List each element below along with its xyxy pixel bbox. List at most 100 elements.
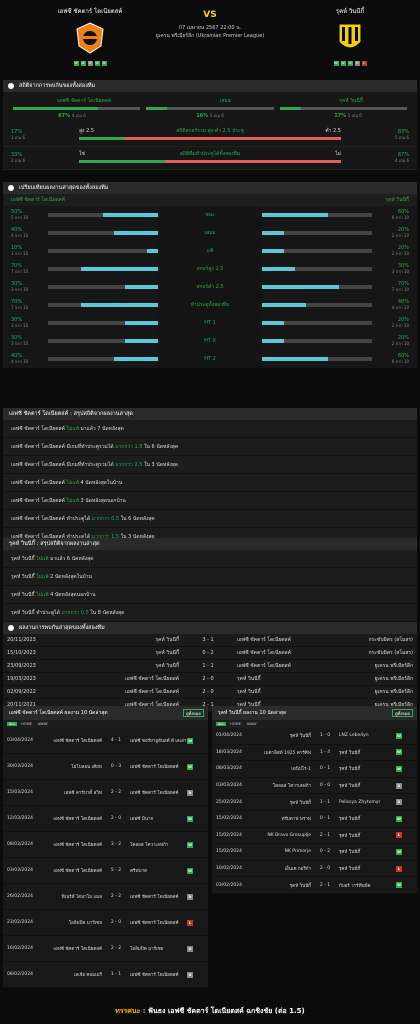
no-label: ไม่: [335, 150, 341, 157]
away-team: รุคห์ วินนีกี้: [339, 817, 361, 823]
tab-home[interactable]: HOME: [19, 722, 34, 726]
home-bar: [48, 213, 158, 217]
section-title: เอฟซี ชัคตาร์ โดเนียตสค์ : สรุปสถิติจากผ…: [9, 411, 133, 417]
result: W: [187, 815, 197, 822]
tab-away[interactable]: AWAY: [36, 722, 50, 726]
score: 4 - 1: [110, 738, 122, 743]
score: 2 - 0: [110, 920, 122, 925]
compare-row: 30% 3 จาก 10 HT X 20% 2 จาก 10: [3, 332, 417, 350]
score: 2 - 1: [319, 832, 331, 838]
score: 0 - 0: [319, 783, 331, 789]
match-date: 12/03/2024: [7, 816, 33, 821]
tab-all[interactable]: ALL: [216, 722, 227, 726]
section-title: สถิติจากการพบกันของทั้งสองทีม: [19, 83, 96, 89]
match-row: 15/02/2024 NK Bravo Grosuplje 2 - 1 รุคห์ ว…: [212, 827, 417, 845]
compare-row: 50% 5 จาก 10 ชนะ 60% 6 จาก 10: [3, 206, 417, 224]
away-bar: [262, 321, 372, 325]
match-date: 01/04/2024: [216, 733, 242, 739]
home-stat: 30% 3 จาก 10: [3, 282, 48, 293]
summary-part: ไม่แพ้: [66, 480, 79, 486]
vs-label: VS: [203, 10, 217, 20]
h2h-cell: เอฟซี ชัคตาร์ โดเนียตสค์: [125, 689, 179, 695]
home-team-logo: [76, 22, 104, 54]
prediction: ทรรศนะ : ฟันธง เอฟซี ชัคตาร์ โดเนียตสค์ …: [0, 1006, 420, 1017]
home-stat: 70% 7 จาก 10: [3, 264, 48, 275]
section-compare-title: เปรียบเทียบผลงานล่าสุดของทั้งสองทีม: [3, 182, 417, 194]
h2h-cell: 20/11/2023: [7, 637, 36, 643]
summary-part: มากกว่า 0.5: [91, 516, 120, 522]
form-badge: W: [340, 61, 346, 66]
away-team: เอฟซี ชัคตาร์ โดเนียตสค์: [130, 895, 179, 900]
match-date: 03/04/2024: [7, 738, 33, 743]
result: D: [187, 789, 197, 796]
tab-home[interactable]: HOME: [228, 722, 243, 726]
home-team: เอฟซี คาร์ปาตี้ ลวิฟ: [63, 791, 102, 796]
home-count: 1 จาก 10: [11, 251, 29, 256]
result: W: [396, 815, 406, 822]
section-title: รุคห์ วินนีกี้ : สรุปสถิติจากผลงานล่าสุด: [9, 541, 100, 547]
match-row: 01/04/2024 รุคห์ วินนีกี้ 1 - 0 LNZ Lebedyn…: [212, 728, 417, 745]
away-stat: 70% 7 จาก 10: [372, 282, 417, 293]
result: W: [187, 867, 197, 874]
form-badge: W: [101, 61, 107, 66]
away-bar: [262, 339, 372, 343]
btts-title: สถิติทีมทำประตูได้ทั้งสองทีม: [179, 150, 241, 157]
result-badge: D: [187, 893, 193, 900]
h2h-row: 02/09/2022 เอฟซี ชัคตาร์ โดเนียตสค์ 2 - 0 ร…: [3, 686, 417, 699]
home-count: 3 จาก 10: [11, 287, 29, 292]
home-team: เอฟซี ชัคตาร์ โดเนียตสค์: [53, 843, 102, 848]
section-title: ผลงานการพบกันล่าสุดของทั้งสองทีม: [19, 625, 105, 631]
tab-all[interactable]: ALL: [7, 722, 18, 726]
stat-label: แพ้: [158, 242, 262, 260]
summary-part: 2 นัดหลังสุดในบ้าน: [48, 574, 92, 580]
view-all-button[interactable]: ดูทั้งหมด: [182, 709, 204, 717]
home-bar: [48, 321, 158, 325]
compare-row: 10% 1 จาก 10 แพ้ 20% 2 จาก 10: [3, 242, 417, 260]
stat-label: ทำประตูทั้งสองทีม: [158, 296, 262, 314]
result: D: [187, 945, 197, 952]
home-stat: 40% 4 จาก 10: [3, 354, 48, 365]
tab-away[interactable]: AWAY: [245, 722, 259, 726]
h2h-cell: รุคห์ วินนีกี้: [155, 663, 179, 669]
away-team: เอฟซี ซอร์ยาลูฮันสค์ ดี เลเอ่า: [130, 739, 187, 744]
h2h-cell: รุคห์ วินนีกี้: [237, 676, 261, 682]
no-count: 4 เกม 6: [394, 158, 409, 163]
home-bar: [48, 357, 158, 361]
result-badge: L: [396, 832, 402, 839]
h2h-cell: 2 - 0: [202, 689, 214, 695]
h2h-row: 19/03/2023 เอฟซี ชัคตาร์ โดเนียตสค์ 2 - 0 ร…: [3, 673, 417, 686]
away-team: รุคห์ วินนีกี้: [339, 784, 361, 790]
home-count: 3 จาก 10: [11, 323, 29, 328]
summary-part: ไม่แพ้: [66, 498, 79, 504]
match-date: 26/02/2024: [7, 894, 33, 899]
result: D: [187, 971, 197, 978]
score: 5 - 2: [110, 868, 122, 873]
result: D: [187, 893, 197, 900]
home-team: เอฟซี ชัคตาร์ โดเนียตสค์: [53, 817, 102, 822]
summary-part: เอฟซี ชัคตาร์ โดเนียตสค์ ทำประตูได้: [11, 516, 92, 522]
score: 0 - 1: [319, 766, 331, 772]
home-stat: 70% 7 จาก 10: [3, 300, 48, 311]
summary-part: เอฟซี ชัคตาร์ โดเนียตสค์ มีเกมที่ทำประตู…: [11, 462, 116, 468]
match-date: 08/02/2024: [7, 972, 33, 977]
football-icon: [8, 625, 14, 631]
away-team: รุคห์ วินนีกี้: [339, 767, 361, 773]
under-label: ต่ำ 2.5: [325, 127, 341, 134]
summary-part: รุคห์ วินนีกี้: [11, 574, 37, 580]
h2h-cell: ยูเครน พรีเมียร์ลีก: [374, 689, 413, 695]
summary-part: เอฟซี ชัคตาร์ โดเนียตสค์: [11, 426, 67, 432]
away-count: 2 จาก 10: [391, 341, 409, 346]
stat-label: HT 1: [158, 314, 262, 332]
summary-part: มาแล้ว 7 นัดหลังสุด: [78, 426, 124, 432]
view-all-button[interactable]: ดูทั้งหมด: [391, 709, 413, 717]
away-team: เอฟซี ชัคตาร์ โดเนียตสค์: [130, 765, 179, 770]
compare-rows: 50% 5 จาก 10 ชนะ 60% 6 จาก 10 40% 4 จาก 10 เสมอ…: [3, 206, 417, 368]
h2h-cell: 19/03/2023: [7, 676, 36, 682]
away-team: โคลอส โควาเลฟก้า: [130, 843, 169, 848]
result: D: [396, 782, 406, 789]
compare-home-name: เอฟซี ชัคตาร์ โดเนียตสค์: [11, 197, 65, 203]
football-icon: [8, 185, 14, 191]
summary-part: เอฟซี ชัคตาร์ โดเนียตสค์: [11, 480, 67, 486]
match-row: 16/02/2024 เอฟซี ชัคตาร์ โดเนียตสค์ 2 - 2 โ…: [3, 936, 208, 962]
summary-line: รุคห์ วินนีกี้ ไม่แพ้ 4 นัดหลังสุดนอกบ้า…: [3, 586, 417, 604]
